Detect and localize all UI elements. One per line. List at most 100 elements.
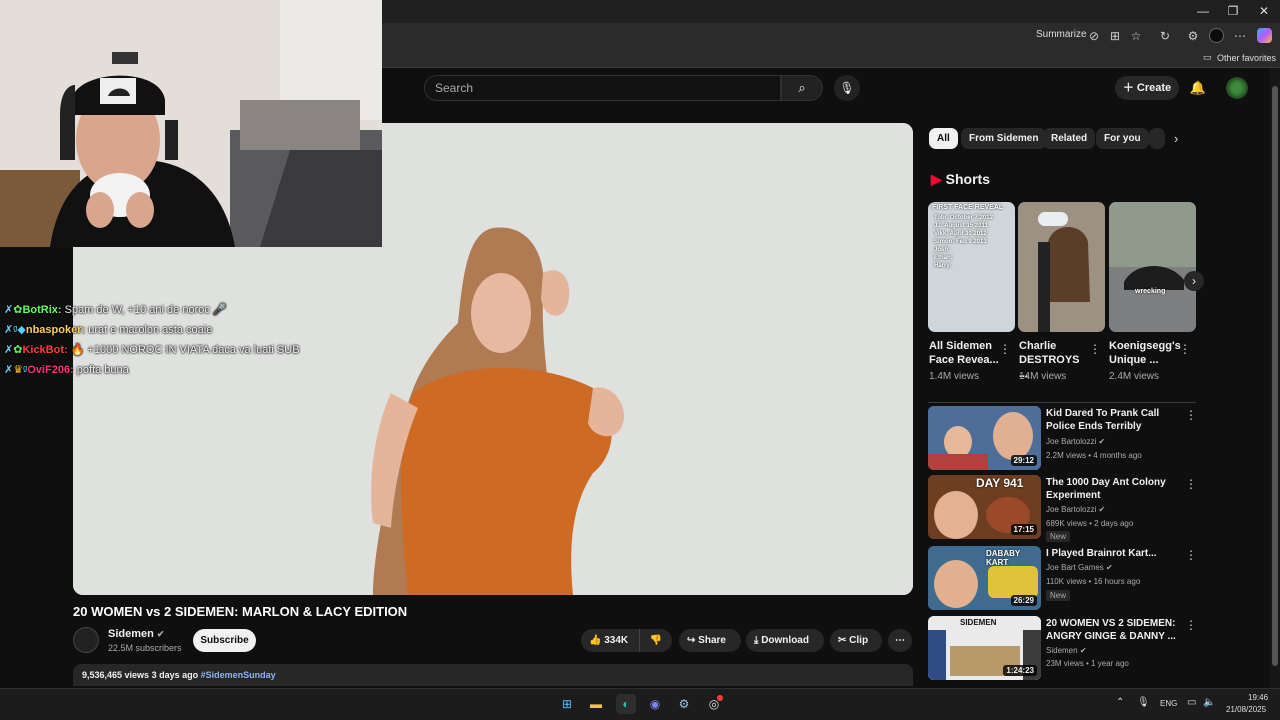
- extensions-icon[interactable]: ⚙: [1184, 28, 1202, 44]
- short-title[interactable]: Koenigsegg's Unique ...: [1109, 339, 1181, 367]
- description-box[interactable]: 9,536,465 views 3 days ago #SidemenSunda…: [73, 664, 913, 686]
- crown-badge-icon: ♛: [13, 364, 24, 376]
- shorts-next-button[interactable]: ›: [1184, 271, 1204, 291]
- video-meta: 110K views • 16 hours ago: [1046, 577, 1141, 586]
- more-vertical-icon[interactable]: ⋮: [1185, 408, 1197, 422]
- account-avatar[interactable]: [1226, 77, 1248, 99]
- chat-line: ✗ᵍ◆nbaspoker: urat e marolon asta coaie: [4, 320, 364, 340]
- more-vertical-icon[interactable]: ⋮: [1185, 618, 1197, 632]
- sword-badge-icon: ✗: [4, 364, 14, 376]
- create-button[interactable]: ＋ Create: [1115, 76, 1179, 100]
- chat-line: ✗✿KickBot: 🔥 +1000 NOROC IN VIATA daca v…: [4, 340, 364, 360]
- scrollbar-thumb[interactable]: [1272, 86, 1278, 666]
- video-thumbnail[interactable]: SIDEMEN 1:24:23: [928, 616, 1041, 680]
- download-button[interactable]: ⤓ Download: [746, 629, 824, 652]
- short-thumbnail[interactable]: [1018, 202, 1105, 332]
- more-vertical-icon[interactable]: ⋮: [1185, 477, 1197, 491]
- short-thumbnail[interactable]: FIRST FACE REVEAL Tobi: October 7 2012 J…: [928, 202, 1015, 332]
- more-vertical-icon[interactable]: ⋮: [1179, 342, 1191, 356]
- more-vertical-icon[interactable]: ⋮: [999, 342, 1011, 356]
- favorite-star-icon[interactable]: ☆: [1127, 28, 1145, 44]
- video-channel[interactable]: Joe Bart Games ✔: [1046, 563, 1113, 572]
- refresh-icon[interactable]: ↻: [1156, 28, 1174, 44]
- profile-avatar[interactable]: [1209, 28, 1224, 43]
- chat-message: urat e marolon asta coaie: [88, 324, 213, 336]
- video-thumbnail[interactable]: DABABY KART 26:29: [928, 546, 1041, 610]
- language-indicator[interactable]: ENG: [1160, 699, 1177, 708]
- apps-icon[interactable]: ⊞: [1106, 28, 1124, 44]
- thumbs-down-icon: 👎: [649, 635, 663, 646]
- close-icon[interactable]: ✕: [1249, 3, 1279, 19]
- chip-partial[interactable]: [1149, 128, 1165, 149]
- video-channel[interactable]: Joe Bartolozzi ✔: [1046, 505, 1105, 514]
- file-explorer-icon[interactable]: ▬: [586, 694, 606, 714]
- chip-related[interactable]: Related: [1043, 128, 1096, 149]
- other-favorites-link[interactable]: Other favorites: [1217, 53, 1276, 63]
- chip-for-you[interactable]: For you: [1096, 128, 1149, 149]
- short-title[interactable]: All Sidemen Face Revea...: [929, 339, 1001, 367]
- chevron-up-icon[interactable]: ⌃: [1116, 697, 1124, 708]
- steam-icon[interactable]: ⚙: [674, 694, 694, 714]
- microphone-tray-icon[interactable]: 🎙: [1137, 697, 1150, 708]
- voice-search-button[interactable]: 🎙: [834, 75, 860, 101]
- search-input[interactable]: Search: [424, 75, 781, 101]
- video-title-link[interactable]: 20 WOMEN VS 2 SIDEMEN: ANGRY GINGE & DAN…: [1046, 617, 1181, 643]
- chip-from-sidemen[interactable]: From Sidemen: [961, 128, 1047, 149]
- video-duration: 17:15: [1010, 524, 1037, 535]
- share-icon: ↪: [687, 635, 699, 646]
- short-views: 14M views: [1019, 371, 1067, 382]
- more-menu-icon[interactable]: ⋯: [1231, 28, 1249, 44]
- clock-time[interactable]: 19:46: [1248, 693, 1268, 702]
- edge-browser-icon[interactable]: ◐: [616, 694, 636, 714]
- summarize-button[interactable]: Summarize: [1036, 29, 1087, 40]
- chat-message: pofta buna: [76, 364, 129, 376]
- search-button[interactable]: ⌕: [781, 75, 823, 101]
- cube-badge-icon: ◆: [17, 324, 26, 336]
- video-title-link[interactable]: The 1000 Day Ant Colony Experiment: [1046, 476, 1181, 502]
- video-title-link[interactable]: Kid Dared To Prank Call Police Ends Terr…: [1046, 407, 1181, 433]
- more-vertical-icon[interactable]: ⋮: [1185, 548, 1197, 562]
- windows-start-icon[interactable]: ⊞: [557, 694, 577, 714]
- video-thumbnail[interactable]: DAY 941 17:15: [928, 475, 1041, 539]
- copilot-icon[interactable]: [1257, 28, 1272, 43]
- more-vertical-icon[interactable]: ⋮: [1089, 342, 1101, 356]
- channel-avatar[interactable]: [73, 627, 99, 653]
- hashtag-link[interactable]: #SidemenSunday: [201, 670, 276, 680]
- clip-label: Clip: [849, 635, 869, 646]
- share-button[interactable]: ↪ Share: [679, 629, 741, 652]
- notifications-bell-icon[interactable]: 🔔: [1188, 78, 1208, 98]
- reader-icon[interactable]: ⊘: [1085, 28, 1103, 44]
- video-meta: 23M views • 1 year ago: [1046, 659, 1129, 668]
- restore-icon[interactable]: ❐: [1218, 3, 1248, 19]
- discord-icon[interactable]: ◉: [645, 694, 665, 714]
- sword-badge-icon: ✗: [4, 324, 14, 336]
- chevron-right-icon[interactable]: ›: [1174, 131, 1178, 146]
- video-channel[interactable]: Sidemen ✔: [1046, 646, 1087, 655]
- video-duration: 26:29: [1010, 595, 1037, 606]
- more-actions-button[interactable]: ⋯: [888, 629, 912, 652]
- chat-message: +1000 NOROC IN VIATA daca va luati SUB: [87, 344, 300, 356]
- video-thumbnail[interactable]: 29:12: [928, 406, 1041, 470]
- clock-date[interactable]: 21/08/2025: [1226, 705, 1266, 714]
- verified-icon: ✔: [1079, 646, 1087, 655]
- video-channel[interactable]: Joe Bartolozzi ✔: [1046, 437, 1105, 446]
- volume-icon[interactable]: 🔈: [1203, 697, 1215, 708]
- short-thumbnail[interactable]: wrecking: [1109, 202, 1196, 332]
- chat-line: ✗✿BotRix: Spam de W, +10 ani de noroc 🎤: [4, 300, 364, 320]
- video-channel-name: Sidemen: [1046, 646, 1078, 655]
- video-title-link[interactable]: I Played Brainrot Kart...: [1046, 547, 1181, 560]
- webcam-overlay: [0, 0, 382, 247]
- video-duration: 1:24:23: [1003, 665, 1037, 676]
- dislike-button[interactable]: 👎: [639, 629, 672, 652]
- clip-button[interactable]: ✂ Clip: [830, 629, 882, 652]
- chip-all[interactable]: All: [929, 128, 958, 149]
- network-icon[interactable]: ▭: [1187, 697, 1196, 708]
- like-button[interactable]: 👍 334K: [581, 629, 639, 652]
- channel-name[interactable]: Sidemen ✔: [108, 628, 164, 640]
- verified-icon: ✔: [156, 629, 165, 639]
- chat-user: OviF206:: [27, 364, 74, 376]
- chat-user: nbaspoker:: [25, 324, 86, 336]
- minimize-icon[interactable]: —: [1188, 3, 1218, 19]
- verified-icon: ✔: [1098, 505, 1106, 514]
- subscribe-button[interactable]: Subscribe: [193, 629, 256, 652]
